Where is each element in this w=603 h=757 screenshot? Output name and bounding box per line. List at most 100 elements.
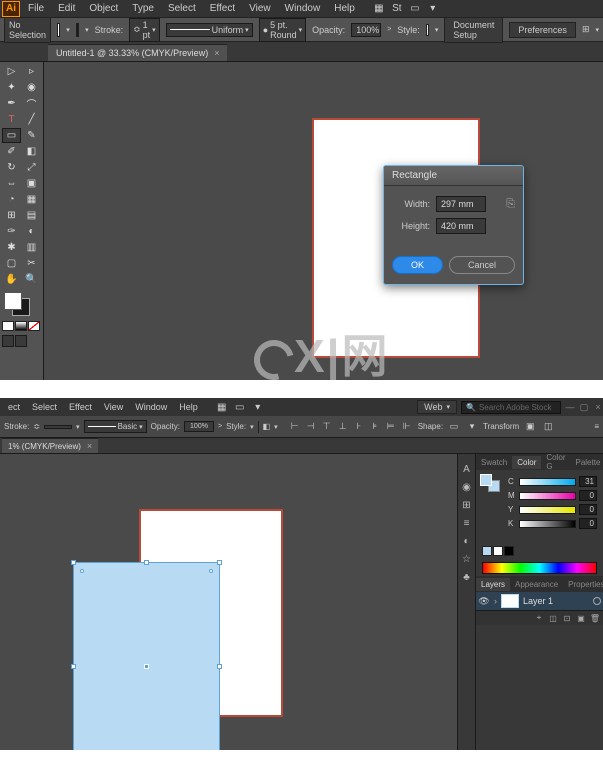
layer-target-icon[interactable]: [593, 597, 601, 605]
distribute-h-icon[interactable]: ⊨: [384, 421, 398, 433]
close-icon[interactable]: ×: [593, 402, 603, 412]
scale-tool[interactable]: ⤢: [22, 160, 41, 175]
corner-radius-tr[interactable]: [209, 569, 213, 573]
swatch-black[interactable]: [504, 546, 514, 556]
stroke-weight-b[interactable]: [44, 425, 72, 429]
brush-def[interactable]: ●5 pt. Round▾: [259, 18, 306, 42]
hand-tool[interactable]: ✋: [2, 272, 21, 287]
fill-mode-color[interactable]: [2, 321, 14, 331]
cyan-slider[interactable]: [519, 478, 576, 486]
direct-selection-tool[interactable]: ▹: [22, 64, 41, 79]
menu-effect-b[interactable]: Effect: [65, 400, 96, 414]
align-btn[interactable]: ◧: [263, 422, 271, 431]
stroke-profile[interactable]: Uniform▾: [166, 23, 253, 37]
document-tab-bottom[interactable]: 1% (CMYK/Preview) ×: [2, 438, 98, 453]
shape-drop-icon[interactable]: ▾: [465, 421, 479, 433]
arrange-drop-icon-b[interactable]: ▾: [250, 400, 266, 414]
layer-row[interactable]: 👁 › Layer 1: [476, 592, 603, 610]
clip-mask-icon[interactable]: ◫: [547, 613, 559, 623]
arrange-icon[interactable]: ▭: [407, 2, 423, 16]
black-slider[interactable]: [519, 520, 576, 528]
tab-swatches[interactable]: Swatch: [476, 456, 512, 469]
minimize-icon[interactable]: —: [565, 402, 575, 412]
width-input[interactable]: 297 mm: [436, 196, 486, 212]
menu-object[interactable]: Object: [83, 1, 124, 16]
paintbrush-tool[interactable]: ✎: [22, 128, 41, 143]
rotate-tool[interactable]: ↻: [2, 160, 21, 175]
artboard-tool[interactable]: ▢: [2, 256, 21, 271]
pen-tool[interactable]: ✒: [2, 96, 21, 111]
library-panel-icon[interactable]: ♣: [460, 570, 474, 584]
asset-panel-icon[interactable]: ☆: [460, 552, 474, 566]
corner-radius-tl[interactable]: [80, 569, 84, 573]
style-drop-icon[interactable]: ▾: [435, 26, 439, 34]
bridge-icon[interactable]: ▦: [371, 2, 387, 16]
menu-window[interactable]: Window: [279, 1, 327, 16]
align-icon[interactable]: ⊞: [582, 24, 590, 35]
panel-menu-icon[interactable]: ≡: [594, 422, 599, 431]
symbol-sprayer-tool[interactable]: ✱: [2, 240, 21, 255]
opacity-drop-b[interactable]: >: [218, 423, 222, 430]
perspective-tool[interactable]: ▦: [22, 192, 41, 207]
visibility-icon[interactable]: 👁: [478, 595, 490, 607]
height-input[interactable]: 420 mm: [436, 218, 486, 234]
clip-icon[interactable]: ◫: [541, 421, 555, 433]
stroke-drop-icon[interactable]: ▾: [85, 26, 89, 34]
tab-color[interactable]: Color: [512, 456, 541, 469]
handle-tm[interactable]: [144, 560, 149, 565]
swatch-blue[interactable]: [482, 546, 492, 556]
menu-file[interactable]: File: [22, 1, 50, 16]
eyedropper-tool[interactable]: ✑: [2, 224, 21, 239]
magic-wand-tool[interactable]: ✦: [2, 80, 21, 95]
rectangle-tool[interactable]: ▭: [2, 128, 21, 143]
cyan-value[interactable]: 31: [579, 476, 597, 487]
preferences-button[interactable]: Preferences: [509, 22, 576, 38]
shape-rect-icon[interactable]: ▭: [447, 421, 461, 433]
delete-layer-icon[interactable]: 🗑: [589, 613, 601, 623]
swatch-none[interactable]: [493, 546, 503, 556]
width-tool[interactable]: ⇔: [2, 176, 21, 191]
style-swatch[interactable]: [426, 24, 429, 36]
lasso-tool[interactable]: ◉: [22, 80, 41, 95]
zoom-tool[interactable]: 🔍: [22, 272, 41, 287]
stroke-weight[interactable]: ≎1 pt▾: [129, 18, 160, 42]
document-tab[interactable]: Untitled-1 @ 33.33% (CMYK/Preview) ×: [48, 44, 227, 61]
blend-tool[interactable]: ◐: [22, 224, 41, 239]
curvature-tool[interactable]: ⌒: [22, 96, 41, 111]
menu-window-b[interactable]: Window: [131, 400, 171, 414]
menu-view-b[interactable]: View: [100, 400, 127, 414]
rectangle-shape[interactable]: [73, 562, 220, 750]
opacity-value[interactable]: 100%: [351, 23, 381, 37]
brush-basic[interactable]: Basic▾: [84, 420, 147, 433]
graph-tool[interactable]: ▥: [22, 240, 41, 255]
stroke-drop[interactable]: ▾: [76, 423, 80, 431]
shaper-tool[interactable]: ✐: [2, 144, 21, 159]
handle-center[interactable]: [144, 664, 149, 669]
black-value[interactable]: 0: [579, 518, 597, 529]
maximize-icon[interactable]: ▢: [579, 402, 589, 412]
align-drop-icon[interactable]: ▾: [595, 26, 599, 34]
magenta-value[interactable]: 0: [579, 490, 597, 501]
shape-builder-tool[interactable]: ◔: [2, 192, 21, 207]
menu-select-b[interactable]: Select: [28, 400, 61, 414]
fill-drop-icon[interactable]: ▾: [66, 26, 70, 34]
menu-select[interactable]: Select: [162, 1, 202, 16]
slice-tool[interactable]: ✂: [22, 256, 41, 271]
stroke-swatch[interactable]: [76, 23, 79, 37]
tab-close-b[interactable]: ×: [87, 441, 92, 451]
selection-mode[interactable]: No Selection: [4, 17, 51, 43]
adobe-icon[interactable]: St: [389, 2, 405, 16]
arrange-drop-icon[interactable]: ▾: [425, 2, 441, 16]
workspace-switcher[interactable]: Web▾: [417, 400, 457, 414]
menu-effect[interactable]: Effect: [204, 1, 241, 16]
handle-tl[interactable]: [71, 560, 76, 565]
layer-name[interactable]: Layer 1: [523, 596, 553, 606]
color-fill-stroke[interactable]: [480, 474, 502, 496]
gradient-tool[interactable]: ▤: [22, 208, 41, 223]
expand-icon[interactable]: ›: [494, 596, 497, 606]
menu-help-b[interactable]: Help: [175, 400, 202, 414]
link-dimensions-icon[interactable]: ⎘: [506, 198, 515, 211]
canvas[interactable]: Rectangle Width: 297 mm ⎘ Height: 420 mm…: [44, 62, 603, 380]
opacity-drop-icon[interactable]: >: [387, 26, 391, 33]
isolate-icon[interactable]: ▣: [523, 421, 537, 433]
